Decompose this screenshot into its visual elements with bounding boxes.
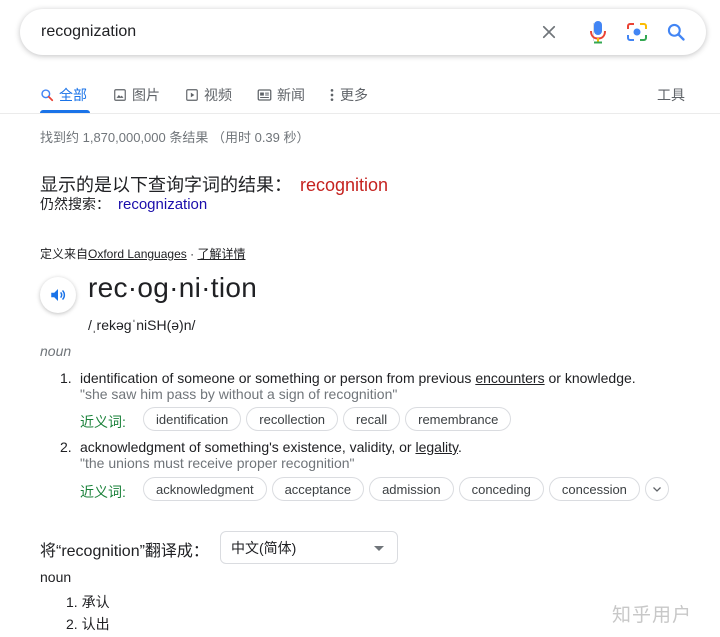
chevron-down-icon xyxy=(652,487,661,492)
selected-language: 中文(简体) xyxy=(231,539,297,556)
showing-results-label: 显示的是以下查询字词的结果： xyxy=(40,175,292,195)
synonym-chip[interactable]: remembrance xyxy=(405,407,512,431)
pronunciation-button[interactable] xyxy=(40,277,76,313)
definition-number: 2. xyxy=(60,439,72,455)
search-bar xyxy=(20,9,706,55)
speaker-icon xyxy=(51,289,66,301)
tab-label: 图片 xyxy=(132,87,160,103)
synonym-chip[interactable]: recollection xyxy=(246,407,339,431)
tab-label: 视频 xyxy=(204,87,232,103)
translation-item: 1. 承认 xyxy=(66,594,110,610)
dictionary-source: 定义来自Oxford Languages · 了解详情 xyxy=(40,245,245,262)
definition-link[interactable]: encounters xyxy=(475,370,544,386)
tab-all[interactable]: 全部 xyxy=(40,82,87,108)
phonetic: /ˌrekəɡˈniSH(ə)n/ xyxy=(88,317,196,333)
news-icon xyxy=(257,88,272,102)
tab-images[interactable]: 图片 xyxy=(113,82,160,108)
oxford-languages-link[interactable]: Oxford Languages xyxy=(88,247,187,261)
synonym-chip[interactable]: admission xyxy=(369,477,454,501)
search-instead: 仍然搜索： recognization xyxy=(40,194,207,214)
search-input[interactable] xyxy=(41,21,521,43)
synonym-chip[interactable]: recall xyxy=(343,407,401,431)
definition-link[interactable]: legality xyxy=(415,439,458,455)
definition-example: "she saw him pass by without a sign of r… xyxy=(80,386,398,402)
definition-number: 1. xyxy=(60,370,72,386)
tools-button[interactable]: 工具 xyxy=(657,82,685,108)
search-icon xyxy=(40,88,54,102)
search-icon[interactable] xyxy=(664,20,688,44)
synonym-chip[interactable]: concession xyxy=(548,477,640,501)
tab-more[interactable]: 更多 xyxy=(329,82,368,108)
original-query-link[interactable]: recognization xyxy=(118,196,207,213)
search-instead-label: 仍然搜索： xyxy=(40,196,110,212)
definition-example: "the unions must receive proper recognit… xyxy=(80,455,355,471)
learn-more-link[interactable]: 了解详情 xyxy=(197,247,245,261)
tab-videos[interactable]: 视频 xyxy=(185,82,232,108)
tab-label: 更多 xyxy=(340,87,368,103)
microphone-icon[interactable] xyxy=(586,20,610,44)
synonym-chips: acknowledgment acceptance admission conc… xyxy=(143,477,669,501)
tab-news[interactable]: 新闻 xyxy=(257,82,305,108)
translation-item: 2. 认出 xyxy=(66,616,110,632)
active-tab-indicator xyxy=(40,110,90,113)
source-prefix: 定义来自 xyxy=(40,247,89,261)
synonym-chips: identification recollection recall remem… xyxy=(143,407,512,431)
corrected-query-link[interactable]: recognition xyxy=(300,175,388,195)
search-tabs: 全部 图片 视频 新闻 更多 工具 xyxy=(0,76,720,114)
translation-part-of-speech: noun xyxy=(40,569,72,585)
synonym-chip[interactable]: identification xyxy=(143,407,242,431)
more-icon xyxy=(329,88,335,102)
synonym-chip[interactable]: acceptance xyxy=(271,477,365,501)
image-icon xyxy=(113,88,127,102)
clear-icon[interactable] xyxy=(537,20,561,44)
target-language-select[interactable]: 中文(简体) xyxy=(220,531,398,564)
synonym-chip[interactable]: acknowledgment xyxy=(143,477,267,501)
headword: rec·og·ni·tion xyxy=(88,272,258,303)
dropdown-caret-icon xyxy=(374,546,384,551)
definition-text: identification of someone or something o… xyxy=(80,370,636,386)
part-of-speech: noun xyxy=(40,343,72,359)
video-icon xyxy=(185,88,199,102)
definition-text: acknowledgment of something's existence,… xyxy=(80,439,462,455)
camera-icon[interactable] xyxy=(625,20,649,44)
tab-label: 新闻 xyxy=(277,87,305,103)
synonyms-label: 近义词: xyxy=(80,484,126,500)
expand-synonyms-button[interactable] xyxy=(644,477,669,501)
synonym-chip[interactable]: conceding xyxy=(458,477,544,501)
tab-label: 全部 xyxy=(59,87,87,103)
source-separator: · xyxy=(186,247,198,261)
synonyms-label: 近义词: xyxy=(80,414,126,430)
result-stats: 找到约 1,870,000,000 条结果 （用时 0.39 秒） xyxy=(40,130,310,145)
translate-label: 将“recognition”翻译成： xyxy=(40,543,209,560)
watermark: 知乎用户 xyxy=(612,605,693,626)
